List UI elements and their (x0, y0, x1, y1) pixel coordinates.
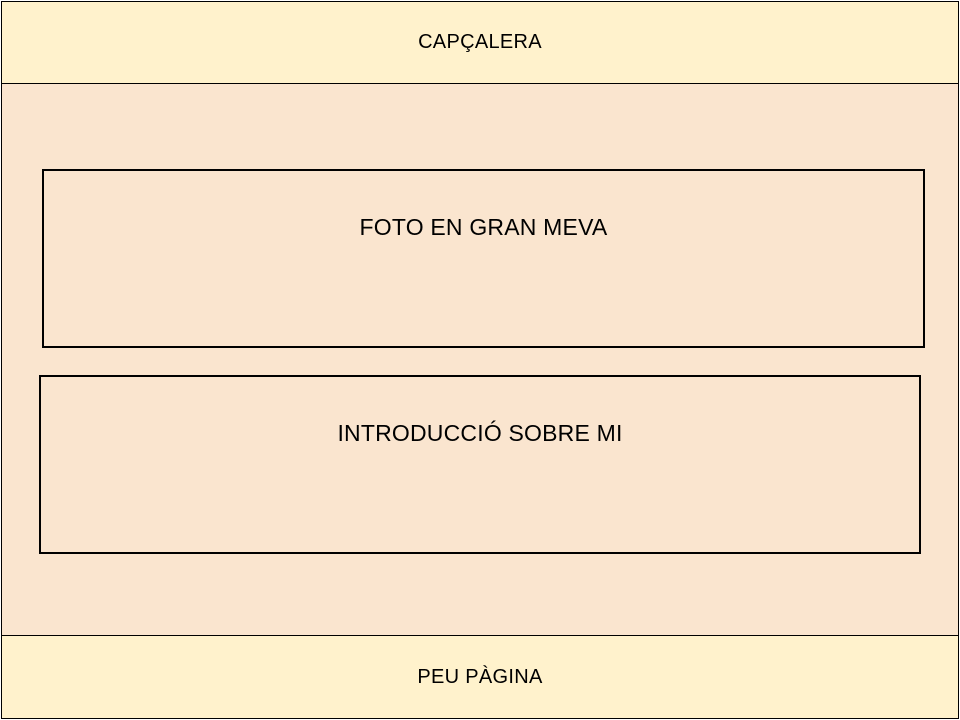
photo-section: FOTO EN GRAN MEVA (42, 169, 925, 348)
header-region: CAPÇALERA (1, 1, 959, 84)
footer-label: PEU PÀGINA (417, 665, 543, 688)
intro-section-label: INTRODUCCIÓ SOBRE MI (337, 420, 623, 446)
header-label: CAPÇALERA (418, 31, 542, 53)
footer-region: PEU PÀGINA (1, 635, 959, 719)
photo-section-label: FOTO EN GRAN MEVA (359, 214, 608, 240)
intro-section: INTRODUCCIÓ SOBRE MI (39, 375, 921, 554)
wireframe-canvas: CAPÇALERA FOTO EN GRAN MEVA INTRODUCCIÓ … (0, 0, 960, 720)
